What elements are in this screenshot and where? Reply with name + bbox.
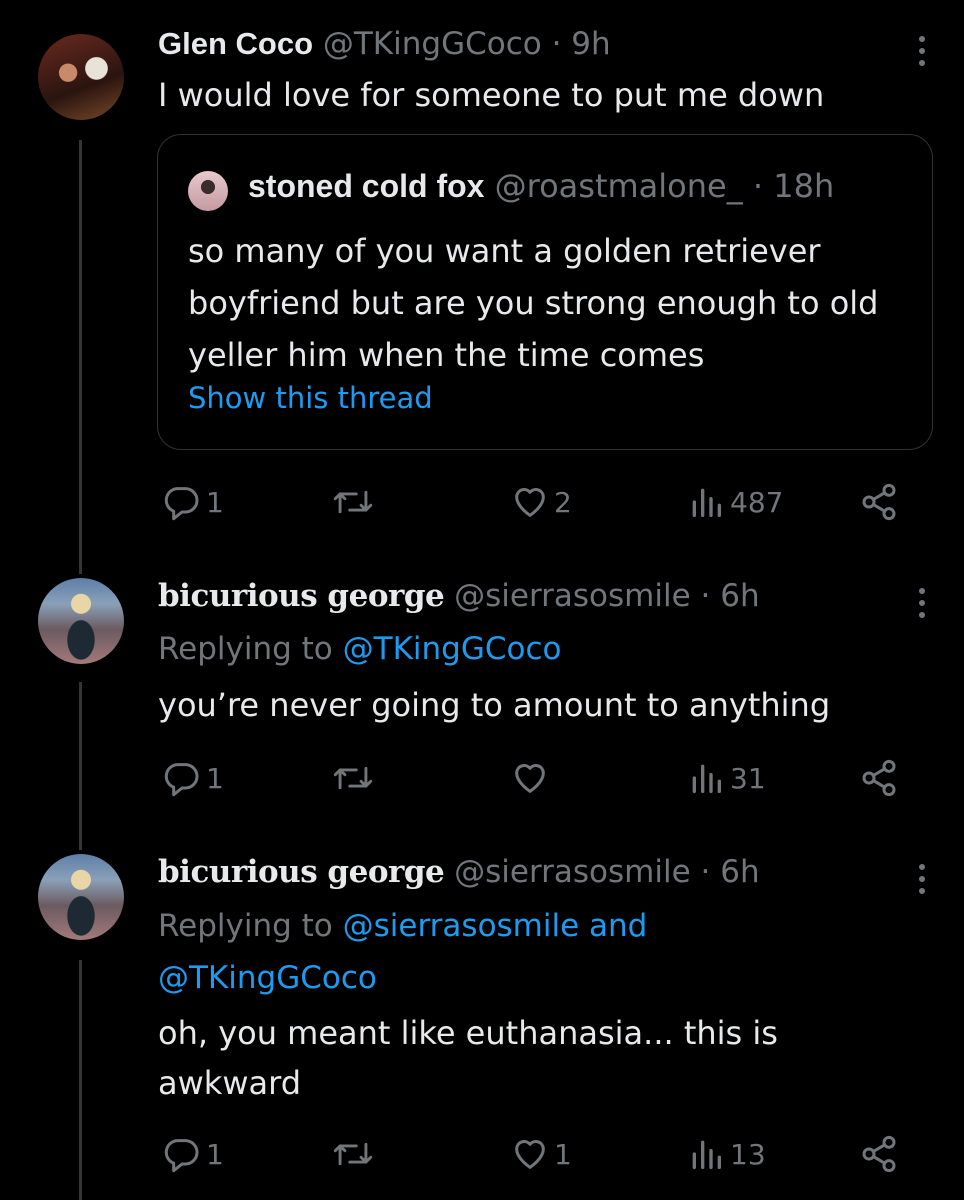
reply-icon (164, 487, 199, 521)
reply-count: 1 (206, 1137, 224, 1171)
timestamp[interactable]: · 6h (701, 854, 760, 890)
like-button[interactable] (510, 758, 554, 798)
reply-icon (164, 763, 199, 797)
display-name[interactable]: Glen Coco (158, 26, 313, 61)
like-button[interactable]: 2 (510, 482, 572, 522)
share-button[interactable] (858, 482, 900, 522)
retweet-icon (333, 490, 373, 514)
quoted-tweet[interactable]: stoned cold fox @roastmalone_ · 18h so m… (157, 134, 933, 450)
tweet-text: I would love for someone to put me down (158, 76, 825, 114)
tweet-actions: 1 1 13 (0, 1134, 964, 1178)
handle[interactable]: @sierrasosmile (454, 854, 691, 890)
more-icon[interactable] (918, 588, 926, 618)
display-name[interactable]: stoned cold fox (248, 168, 484, 204)
handle[interactable]: @roastmalone_ (495, 167, 743, 205)
mention-link[interactable]: @TKingGCoco (158, 960, 377, 996)
handle[interactable]: @sierrasosmile (454, 578, 691, 614)
display-name[interactable]: bicurious george (158, 578, 445, 614)
reply-count: 1 (206, 485, 224, 519)
views-button[interactable]: 487 (686, 482, 783, 522)
heart-icon (515, 488, 545, 517)
mention-link[interactable]: @TKingGCoco (343, 631, 562, 667)
replying-to: Replying to @TKingGCoco (158, 624, 918, 674)
show-thread-link[interactable]: Show this thread (188, 381, 433, 415)
reply-icon (164, 1139, 199, 1173)
like-count: 2 (554, 485, 572, 519)
tweet-header: bicurious george @sierrasosmile · 6h (158, 854, 760, 890)
timestamp[interactable]: · 6h (701, 578, 760, 614)
avatar[interactable] (188, 171, 228, 211)
reply-count: 1 (206, 761, 224, 795)
timestamp[interactable]: · 18h (753, 167, 834, 205)
avatar[interactable] (38, 34, 124, 120)
share-icon (862, 1135, 896, 1173)
like-button[interactable]: 1 (510, 1134, 572, 1174)
quoted-tweet-text: so many of you want a golden retriever b… (188, 232, 879, 374)
retweet-button[interactable] (332, 758, 374, 798)
view-count: 487 (730, 485, 784, 519)
display-name[interactable]: bicurious george (158, 854, 445, 890)
views-icon (692, 1140, 721, 1169)
tweet-actions: 1 2 487 (0, 482, 964, 526)
views-button[interactable]: 13 (686, 1134, 766, 1174)
views-button[interactable]: 31 (686, 758, 766, 798)
view-count: 31 (730, 761, 766, 795)
quoted-tweet-header: stoned cold fox @roastmalone_ · 18h (248, 167, 834, 205)
reply-button[interactable]: 1 (162, 758, 224, 798)
tweet-text: oh, you meant like euthanasia... this is… (158, 1014, 778, 1102)
timestamp[interactable]: · 9h (552, 26, 611, 62)
like-count: 1 (554, 1137, 572, 1171)
retweet-icon (333, 1142, 373, 1166)
more-icon[interactable] (918, 864, 926, 894)
replying-to: Replying to @sierrasosmile and @TKingGCo… (158, 900, 918, 1004)
share-button[interactable] (858, 1134, 900, 1174)
tweet-header: Glen Coco @TKingGCoco · 9h (158, 26, 611, 62)
tweet-header: bicurious george @sierrasosmile · 6h (158, 578, 760, 614)
tweet-text: you’re never going to amount to anything (158, 686, 831, 724)
heart-icon (515, 764, 545, 793)
share-icon (862, 759, 896, 797)
avatar[interactable] (38, 578, 124, 664)
views-icon (692, 488, 721, 517)
replying-to-label: Replying to (158, 631, 333, 667)
more-icon[interactable] (918, 36, 926, 66)
retweet-button[interactable] (332, 1134, 374, 1174)
retweet-icon (333, 766, 373, 790)
reply-button[interactable]: 1 (162, 1134, 224, 1174)
share-icon (862, 483, 896, 521)
handle[interactable]: @TKingGCoco (323, 26, 542, 62)
mention-link[interactable]: @sierrasosmile and (343, 908, 648, 944)
views-icon (692, 764, 721, 793)
replying-to-label: Replying to (158, 908, 333, 944)
tweet-actions: 1 31 (0, 758, 964, 802)
view-count: 13 (730, 1137, 766, 1171)
retweet-button[interactable] (332, 482, 374, 522)
reply-button[interactable]: 1 (162, 482, 224, 522)
heart-icon (515, 1140, 545, 1169)
share-button[interactable] (858, 758, 900, 798)
avatar[interactable] (38, 854, 124, 940)
